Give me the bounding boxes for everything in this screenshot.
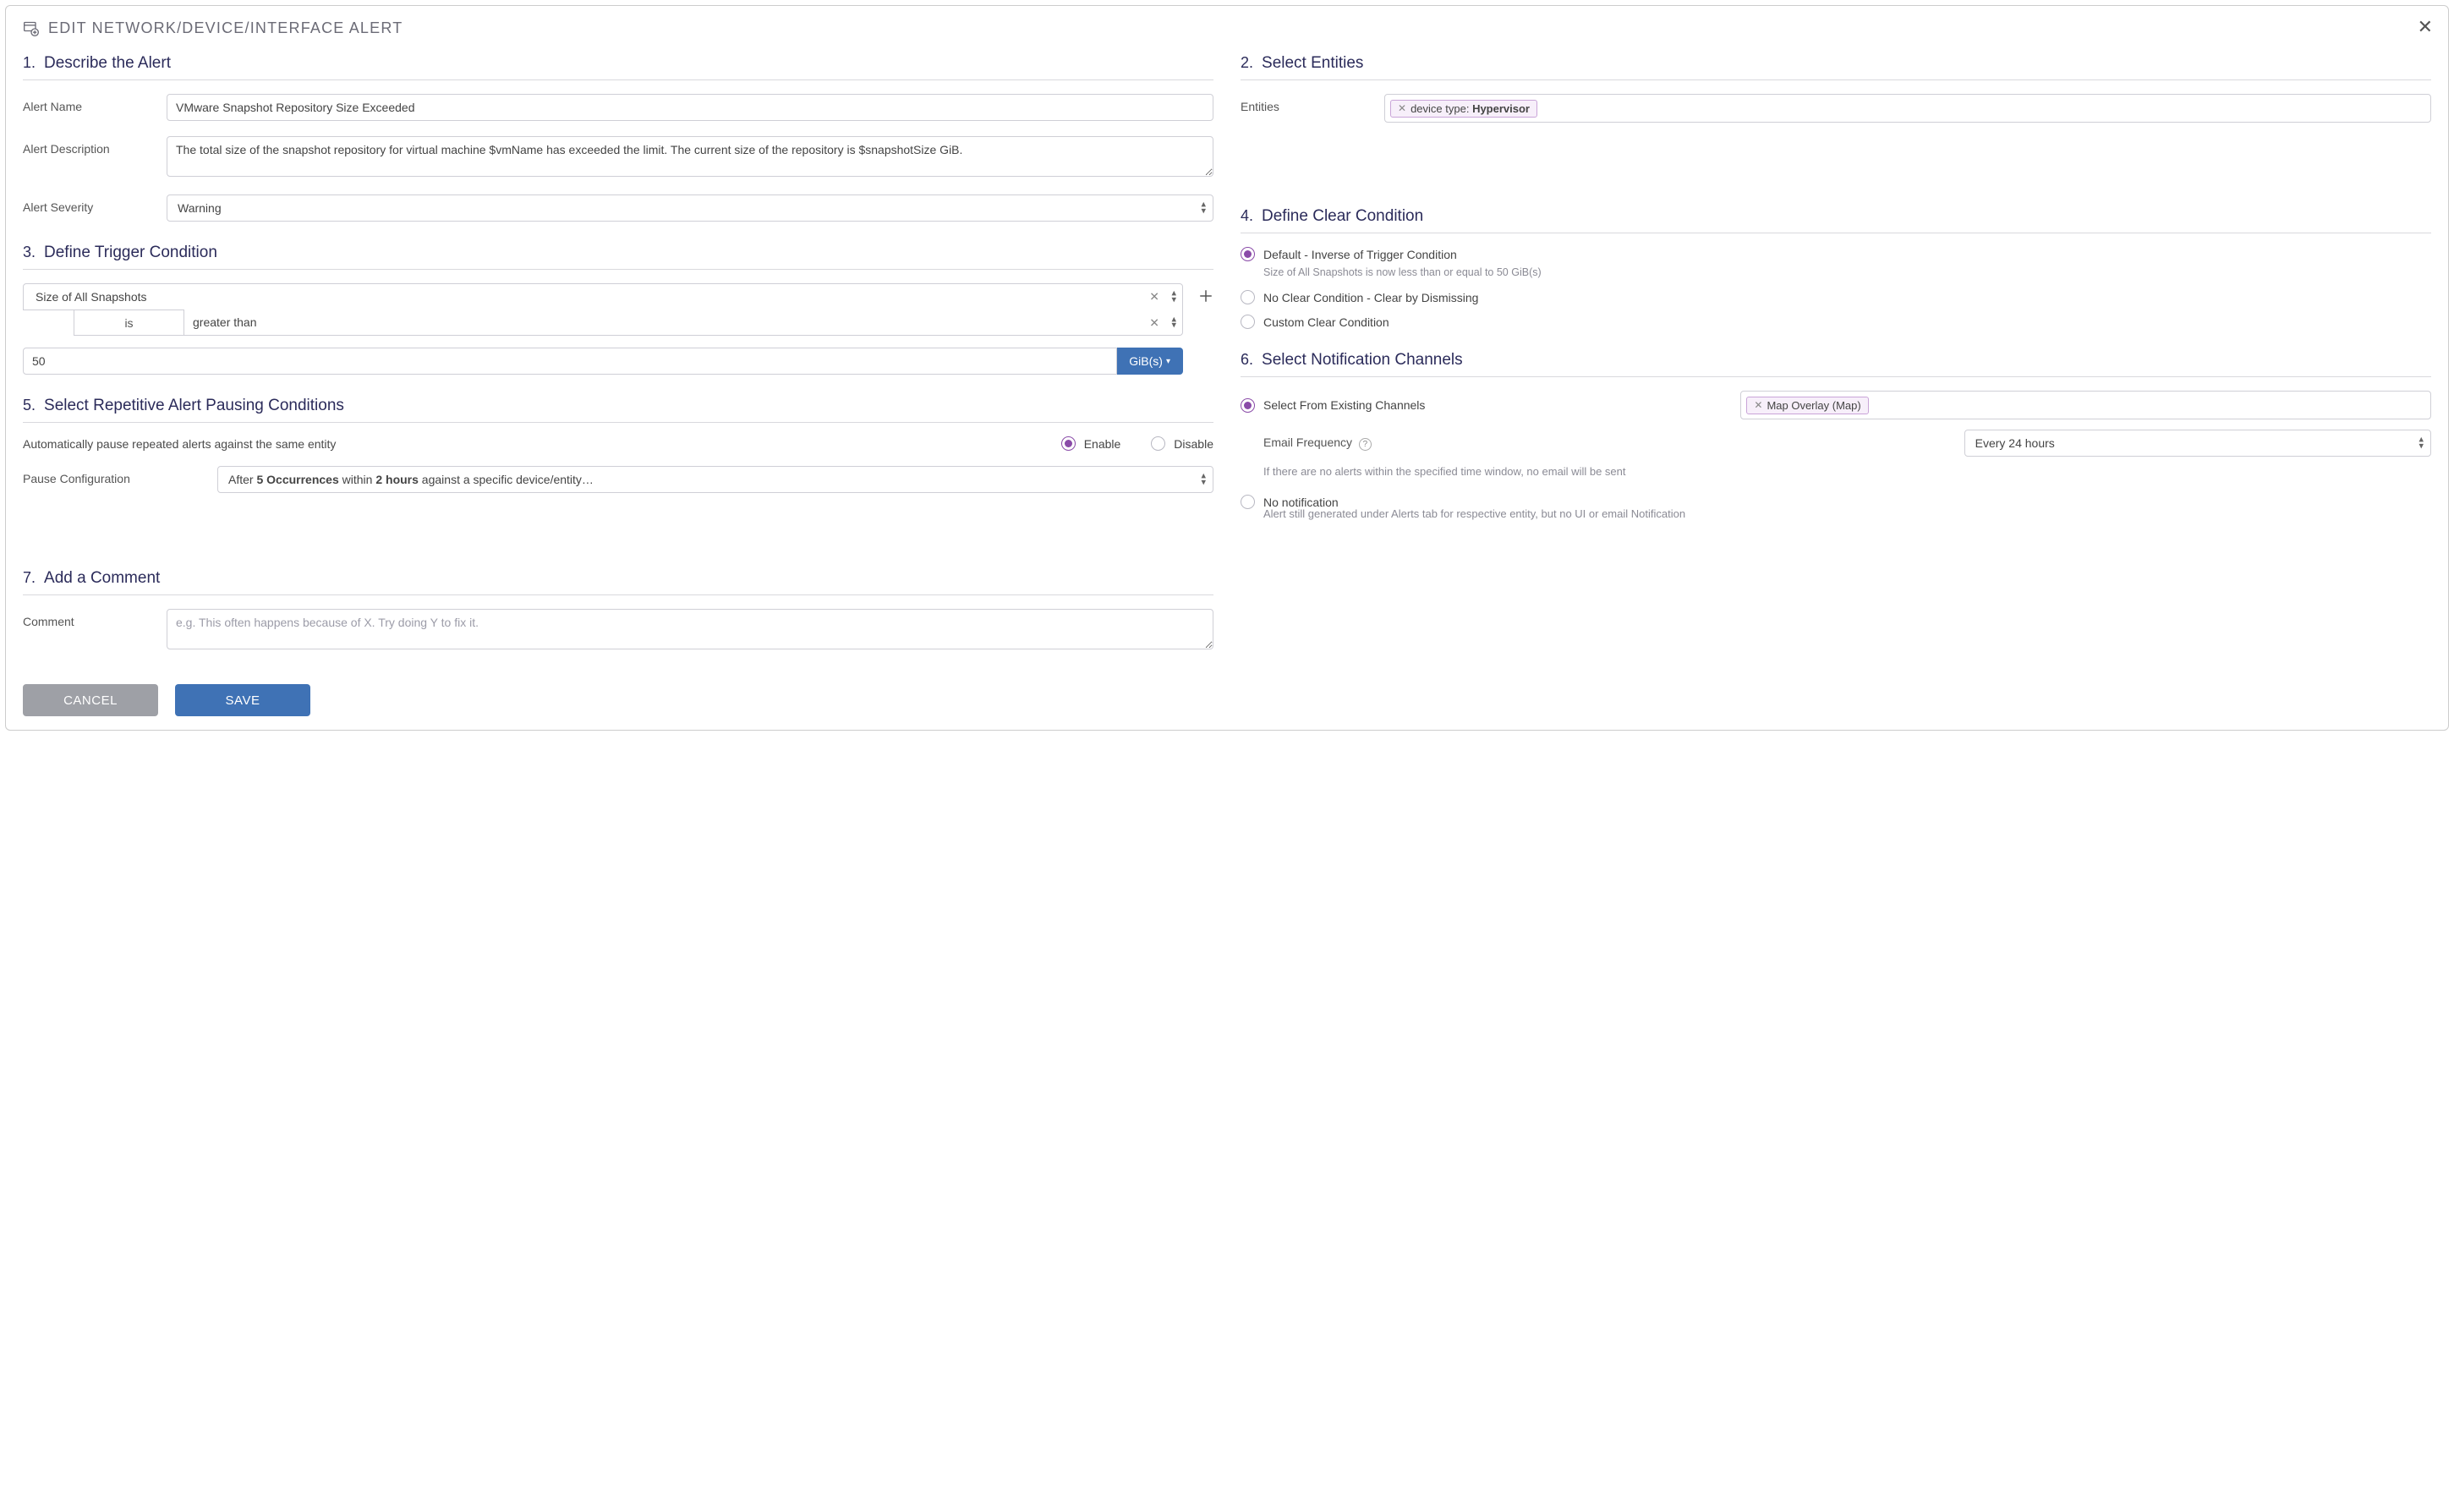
notif-existing-label: Select From Existing Channels: [1263, 398, 1425, 412]
alert-severity-value: Warning: [178, 201, 222, 215]
pause-config-select[interactable]: After 5 Occurrences within 2 hours again…: [217, 466, 1213, 493]
clear-noclear-radio[interactable]: [1241, 290, 1255, 304]
clear-icon[interactable]: ✕: [1149, 315, 1159, 330]
section-title: Select Repetitive Alert Pausing Conditio…: [44, 397, 344, 415]
entities-label: Entities: [1241, 94, 1384, 113]
section-title: Define Clear Condition: [1262, 207, 1423, 226]
dialog-titlebar: EDIT NETWORK/DEVICE/INTERFACE ALERT ✕: [6, 6, 2448, 47]
section-num: 2.: [1241, 54, 1253, 72]
alert-description-input[interactable]: The total size of the snapshot repositor…: [167, 136, 1213, 177]
auto-pause-label: Automatically pause repeated alerts agai…: [23, 437, 336, 451]
help-icon[interactable]: ?: [1359, 438, 1372, 451]
section-notification-channels: 6. Select Notification Channels Select F…: [1241, 351, 2431, 520]
clear-noclear-label: No Clear Condition - Clear by Dismissing: [1263, 291, 1478, 304]
email-frequency-select[interactable]: Every 24 hours ▴▾: [1964, 430, 2431, 457]
enable-radio[interactable]: [1061, 436, 1076, 451]
clear-default-note: Size of All Snapshots is now less than o…: [1263, 266, 2431, 278]
pause-config-label: Pause Configuration: [23, 466, 217, 485]
alert-name-label: Alert Name: [23, 94, 167, 113]
right-column: 2. Select Entities Entities ✕ device typ…: [1241, 47, 2431, 667]
entities-chip-input[interactable]: ✕ device type: Hypervisor: [1384, 94, 2431, 123]
stepper-icon: ▴▾: [1201, 201, 1206, 214]
metric-select[interactable]: [23, 283, 1183, 310]
alert-description-label: Alert Description: [23, 136, 167, 156]
disable-radio[interactable]: [1151, 436, 1165, 451]
left-column: 1. Describe the Alert Alert Name Alert D…: [23, 47, 1213, 667]
alert-severity-label: Alert Severity: [23, 194, 167, 214]
section-trigger-condition: 3. Define Trigger Condition ✕ ▴▾ is: [23, 244, 1213, 375]
section-describe-alert: 1. Describe the Alert Alert Name Alert D…: [23, 54, 1213, 222]
notif-existing-radio[interactable]: [1241, 398, 1255, 413]
clear-custom-label: Custom Clear Condition: [1263, 315, 1389, 329]
section-title: Select Entities: [1262, 54, 1363, 73]
section-title: Define Trigger Condition: [44, 244, 217, 262]
chip-text: device type: Hypervisor: [1411, 102, 1530, 115]
add-condition-button[interactable]: [1198, 288, 1213, 309]
section-title: Select Notification Channels: [1262, 351, 1463, 370]
section-select-entities: 2. Select Entities Entities ✕ device typ…: [1241, 54, 2431, 123]
section-clear-condition: 4. Define Clear Condition Default - Inve…: [1241, 207, 2431, 329]
channel-chip[interactable]: ✕ Map Overlay (Map): [1746, 397, 1868, 414]
section-num: 4.: [1241, 207, 1253, 225]
alert-config-icon: [23, 20, 40, 37]
section-num: 3.: [23, 244, 36, 261]
section-num: 1.: [23, 54, 36, 72]
remove-chip-icon[interactable]: ✕: [1398, 102, 1406, 114]
notif-none-note: Alert still generated under Alerts tab f…: [1263, 507, 2431, 520]
alert-severity-select[interactable]: Warning ▴▾: [167, 194, 1213, 222]
section-title: Add a Comment: [44, 569, 160, 588]
clear-default-radio[interactable]: [1241, 247, 1255, 261]
is-label: is: [74, 310, 184, 336]
dialog-title: EDIT NETWORK/DEVICE/INTERFACE ALERT: [48, 19, 403, 37]
pause-config-value: After 5 Occurrences within 2 hours again…: [228, 473, 594, 486]
operator-select[interactable]: [184, 310, 1183, 336]
unit-dropdown[interactable]: GiB(s): [1117, 348, 1183, 375]
close-icon[interactable]: ✕: [2418, 18, 2433, 36]
comment-input[interactable]: [167, 609, 1213, 649]
section-add-comment: 7. Add a Comment Comment: [23, 569, 1213, 652]
email-note: If there are no alerts within the specif…: [1263, 465, 2431, 478]
save-button[interactable]: SAVE: [175, 684, 310, 716]
clear-default-label: Default - Inverse of Trigger Condition: [1263, 248, 1457, 261]
notif-none-radio[interactable]: [1241, 495, 1255, 509]
enable-label: Enable: [1084, 437, 1121, 451]
section-title: Describe the Alert: [44, 54, 171, 73]
comment-label: Comment: [23, 609, 167, 628]
clear-icon[interactable]: ✕: [1149, 290, 1159, 304]
clear-custom-radio[interactable]: [1241, 315, 1255, 329]
channels-chip-input[interactable]: ✕ Map Overlay (Map): [1740, 391, 2431, 419]
email-frequency-value: Every 24 hours: [1975, 436, 2055, 450]
alert-name-input[interactable]: [167, 94, 1213, 121]
section-pause-conditions: 5. Select Repetitive Alert Pausing Condi…: [23, 397, 1213, 493]
cancel-button[interactable]: CANCEL: [23, 684, 158, 716]
entity-chip[interactable]: ✕ device type: Hypervisor: [1390, 100, 1537, 118]
email-frequency-label: Email Frequency ?: [1263, 436, 1372, 451]
section-num: 7.: [23, 569, 36, 587]
section-num: 5.: [23, 397, 36, 414]
remove-chip-icon[interactable]: ✕: [1754, 399, 1762, 411]
stepper-icon: ▴▾: [1201, 473, 1206, 485]
stepper-icon: ▴▾: [2418, 436, 2424, 449]
edit-alert-dialog: EDIT NETWORK/DEVICE/INTERFACE ALERT ✕ 1.…: [5, 5, 2449, 731]
threshold-value-input[interactable]: [23, 348, 1117, 375]
unit-label: GiB(s): [1129, 354, 1163, 368]
disable-label: Disable: [1174, 437, 1213, 451]
section-num: 6.: [1241, 351, 1253, 369]
chip-text: Map Overlay (Map): [1767, 399, 1860, 412]
